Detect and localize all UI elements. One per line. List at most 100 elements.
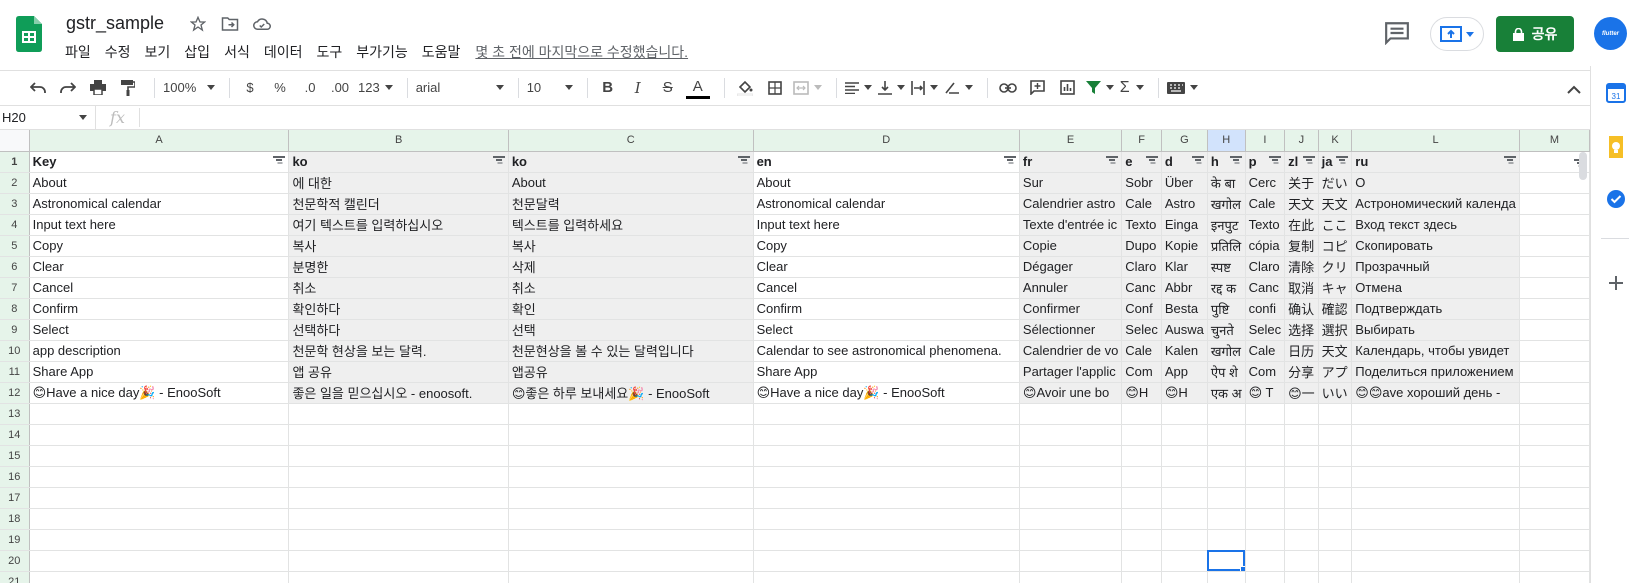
row-header[interactable]: 19 bbox=[0, 529, 30, 551]
cell-c1[interactable]: ko bbox=[508, 151, 754, 173]
cell-d21[interactable] bbox=[753, 571, 1020, 583]
cell-j15[interactable] bbox=[1284, 445, 1319, 467]
cell-j16[interactable] bbox=[1284, 466, 1319, 488]
cell-m6[interactable] bbox=[1519, 256, 1590, 278]
cell-l9[interactable]: Выбирать bbox=[1351, 319, 1520, 341]
cell-c16[interactable] bbox=[508, 466, 754, 488]
cell-k5[interactable]: コピ bbox=[1318, 235, 1353, 257]
collapse-menus-icon[interactable] bbox=[1562, 76, 1586, 102]
font-size-select[interactable]: 10 bbox=[527, 75, 573, 101]
cell-b15[interactable] bbox=[288, 445, 509, 467]
row-header[interactable]: 16 bbox=[0, 466, 30, 488]
insert-comment-icon[interactable] bbox=[1026, 75, 1050, 101]
cell-f2[interactable]: Sobr bbox=[1121, 172, 1162, 194]
filter-icon[interactable] bbox=[1302, 154, 1315, 164]
cell-g20[interactable] bbox=[1161, 550, 1208, 572]
filter-icon[interactable] bbox=[1145, 154, 1158, 164]
cell-a14[interactable] bbox=[29, 424, 290, 446]
text-wrap-icon[interactable] bbox=[910, 75, 938, 101]
cell-d8[interactable]: Confirm bbox=[753, 298, 1020, 320]
text-rotation-icon[interactable] bbox=[944, 75, 973, 101]
cell-f19[interactable] bbox=[1121, 529, 1162, 551]
menu-view[interactable]: 보기 bbox=[138, 40, 178, 64]
cell-h19[interactable] bbox=[1207, 529, 1246, 551]
row-header[interactable]: 6 bbox=[0, 256, 30, 278]
cell-m18[interactable] bbox=[1519, 508, 1590, 530]
cell-i13[interactable] bbox=[1245, 403, 1286, 425]
cell-i3[interactable]: Cale bbox=[1245, 193, 1286, 215]
cell-f18[interactable] bbox=[1121, 508, 1162, 530]
cell-g7[interactable]: Abbr bbox=[1161, 277, 1208, 299]
cell-i10[interactable]: Cale bbox=[1245, 340, 1286, 362]
cell-h21[interactable] bbox=[1207, 571, 1246, 583]
cell-i11[interactable]: Com bbox=[1245, 361, 1286, 383]
cell-a19[interactable] bbox=[29, 529, 290, 551]
cell-h6[interactable]: स्पष्ट bbox=[1207, 256, 1246, 278]
cell-l20[interactable] bbox=[1351, 550, 1520, 572]
cell-k21[interactable] bbox=[1318, 571, 1353, 583]
cell-h16[interactable] bbox=[1207, 466, 1246, 488]
avatar[interactable]: flutter bbox=[1594, 17, 1627, 50]
cell-j19[interactable] bbox=[1284, 529, 1319, 551]
cell-h2[interactable]: के बा bbox=[1207, 172, 1246, 194]
cell-g10[interactable]: Kalen bbox=[1161, 340, 1208, 362]
cell-j3[interactable]: 天文 bbox=[1284, 193, 1319, 215]
cell-d9[interactable]: Select bbox=[753, 319, 1020, 341]
text-color-button[interactable]: A bbox=[685, 77, 710, 99]
column-header-i[interactable]: I bbox=[1245, 130, 1286, 152]
cell-l10[interactable]: Календарь, чтобы увидет bbox=[1351, 340, 1520, 362]
row-header[interactable]: 11 bbox=[0, 361, 30, 383]
increase-decimal-button[interactable]: .00 bbox=[328, 75, 352, 101]
cell-m7[interactable] bbox=[1519, 277, 1590, 299]
column-header-h[interactable]: H bbox=[1207, 130, 1246, 152]
cell-f15[interactable] bbox=[1121, 445, 1162, 467]
cell-h15[interactable] bbox=[1207, 445, 1246, 467]
menu-file[interactable]: 파일 bbox=[58, 40, 98, 64]
cell-e16[interactable] bbox=[1019, 466, 1123, 488]
cell-g21[interactable] bbox=[1161, 571, 1208, 583]
cell-k14[interactable] bbox=[1318, 424, 1353, 446]
cell-c9[interactable]: 선택 bbox=[508, 319, 754, 341]
cell-k10[interactable]: 天文 bbox=[1318, 340, 1353, 362]
cell-b11[interactable]: 앱 공유 bbox=[288, 361, 509, 383]
cell-h11[interactable]: ऐप शे bbox=[1207, 361, 1246, 383]
cell-h8[interactable]: पुष्टि bbox=[1207, 298, 1246, 320]
cell-g1[interactable]: d bbox=[1161, 151, 1208, 173]
cell-k6[interactable]: クリ bbox=[1318, 256, 1353, 278]
cell-c6[interactable]: 삭제 bbox=[508, 256, 754, 278]
cell-b4[interactable]: 여기 텍스트를 입력하십시오 bbox=[288, 214, 509, 236]
row-header[interactable]: 14 bbox=[0, 424, 30, 446]
row-header[interactable]: 7 bbox=[0, 277, 30, 299]
cell-c20[interactable] bbox=[508, 550, 754, 572]
cell-h13[interactable] bbox=[1207, 403, 1246, 425]
cell-j4[interactable]: 在此 bbox=[1284, 214, 1319, 236]
cell-d5[interactable]: Copy bbox=[753, 235, 1020, 257]
cell-a2[interactable]: About bbox=[29, 172, 290, 194]
row-header[interactable]: 2 bbox=[0, 172, 30, 194]
cell-k18[interactable] bbox=[1318, 508, 1353, 530]
cell-l4[interactable]: Вход текст здесь bbox=[1351, 214, 1520, 236]
filter-icon[interactable] bbox=[1229, 154, 1242, 164]
cell-d7[interactable]: Cancel bbox=[753, 277, 1020, 299]
cell-e1[interactable]: fr bbox=[1019, 151, 1123, 173]
cell-k13[interactable] bbox=[1318, 403, 1353, 425]
cell-c7[interactable]: 취소 bbox=[508, 277, 754, 299]
cell-e2[interactable]: Sur bbox=[1019, 172, 1123, 194]
input-tools-icon[interactable] bbox=[1166, 75, 1198, 101]
cell-b14[interactable] bbox=[288, 424, 509, 446]
keep-icon[interactable] bbox=[1605, 136, 1627, 158]
cloud-status-icon[interactable] bbox=[252, 14, 272, 34]
cell-d3[interactable]: Astronomical calendar bbox=[753, 193, 1020, 215]
cell-g17[interactable] bbox=[1161, 487, 1208, 509]
cell-i19[interactable] bbox=[1245, 529, 1286, 551]
row-header[interactable]: 10 bbox=[0, 340, 30, 362]
cell-m12[interactable] bbox=[1519, 382, 1590, 404]
document-title[interactable]: gstr_sample bbox=[66, 13, 164, 34]
cell-j13[interactable] bbox=[1284, 403, 1319, 425]
cell-c11[interactable]: 앱공유 bbox=[508, 361, 754, 383]
cell-e5[interactable]: Copie bbox=[1019, 235, 1123, 257]
sheets-logo-icon[interactable] bbox=[16, 16, 42, 52]
cell-a8[interactable]: Confirm bbox=[29, 298, 290, 320]
cell-j12[interactable]: 😊一 bbox=[1284, 382, 1319, 404]
cell-k4[interactable]: ここ bbox=[1318, 214, 1353, 236]
